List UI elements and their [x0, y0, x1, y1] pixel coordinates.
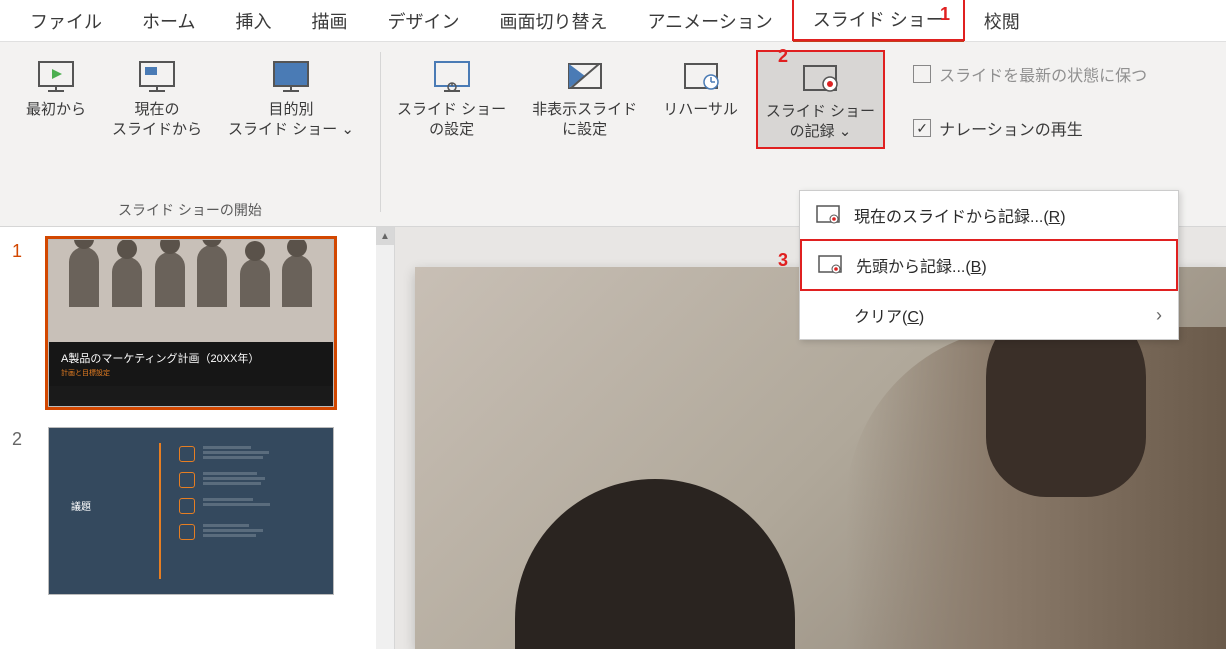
slide-thumb-row-1: 1 A製品のマーケティング計画（20XX年） — [12, 239, 382, 407]
button-record-slideshow[interactable]: スライド ショー の記録 ⌄ — [756, 50, 885, 149]
tab-transitions[interactable]: 画面切り替え — [479, 0, 627, 42]
tab-file[interactable]: ファイル — [10, 0, 122, 42]
option-keep-updated-label: スライドを最新の状態に保つ — [939, 62, 1147, 86]
tab-draw[interactable]: 描画 — [291, 0, 367, 42]
button-rehearse-label: リハーサル — [663, 100, 738, 120]
button-from-current-label: 現在の スライドから — [112, 100, 202, 139]
tab-review[interactable]: 校閲 — [964, 0, 1040, 42]
play-current-icon — [137, 56, 177, 96]
menu-record-from-current[interactable]: 現在のスライドから記録...(R) — [800, 191, 1178, 239]
group-start-slideshow: 最初から 現在の スライドから 目的別 スライド ショー ⌄ スライド ショーの… — [0, 42, 380, 226]
group-label-start: スライド ショーの開始 — [118, 196, 262, 226]
menu-clear-label: クリア(C) — [854, 303, 1142, 327]
chevron-down-icon: ⌄ — [341, 121, 354, 138]
tab-design[interactable]: デザイン — [367, 0, 479, 42]
scroll-up-icon[interactable]: ▲ — [376, 227, 394, 245]
slides-panel[interactable]: 1 A製品のマーケティング計画（20XX年） — [0, 227, 395, 649]
chevron-right-icon: › — [1156, 305, 1162, 326]
slide-number-1: 1 — [12, 239, 30, 262]
option-keep-updated[interactable]: スライドを最新の状態に保つ — [913, 62, 1147, 86]
blank-icon — [816, 303, 840, 327]
rehearse-icon — [681, 56, 721, 96]
slide-thumb-row-2: 2 議題 — [12, 427, 382, 595]
slide2-label: 議題 — [71, 498, 91, 513]
button-record-label: スライド ショー の記録 ⌄ — [766, 102, 875, 141]
record-small-icon — [816, 203, 840, 227]
tab-home[interactable]: ホーム — [122, 0, 215, 42]
hide-slide-icon — [565, 56, 605, 96]
menu-clear[interactable]: クリア(C) › — [800, 291, 1178, 339]
option-play-narrations[interactable]: ナレーションの再生 — [913, 116, 1147, 140]
slide-thumbnail-2[interactable]: 議題 — [48, 427, 334, 595]
record-icon — [800, 58, 840, 98]
button-from-beginning[interactable]: 最初から — [18, 50, 94, 126]
annotation-highlight-1 — [792, 0, 965, 41]
menu-record-from-beginning[interactable]: 先頭から記録...(B) — [800, 239, 1178, 291]
button-setup-label: スライド ショー の設定 — [397, 100, 506, 139]
thumbnail-scrollbar[interactable]: ▲ — [376, 227, 394, 649]
button-setup[interactable]: スライド ショー の設定 — [389, 50, 514, 145]
annotation-number-1: 1 — [940, 4, 950, 25]
button-custom-show[interactable]: 目的別 スライド ショー ⌄ — [220, 50, 362, 145]
option-play-narrations-label: ナレーションの再生 — [939, 116, 1083, 140]
annotation-number-3: 3 — [778, 250, 788, 271]
slide1-title: A製品のマーケティング計画（20XX年） — [61, 350, 321, 366]
slide-thumbnail-1[interactable]: A製品のマーケティング計画（20XX年） 計画と目標設定 — [48, 239, 334, 407]
checkbox-unchecked-icon — [913, 65, 931, 83]
button-from-current[interactable]: 現在の スライドから — [104, 50, 210, 145]
menu-record-from-current-label: 現在のスライドから記録...(R) — [854, 203, 1162, 227]
custom-show-icon — [271, 56, 311, 96]
tab-insert[interactable]: 挿入 — [215, 0, 291, 42]
chevron-down-icon: ⌄ — [839, 123, 852, 140]
button-hide-slide-label: 非表示スライド に設定 — [532, 100, 637, 139]
button-custom-show-label: 目的別 スライド ショー ⌄ — [228, 100, 354, 139]
button-from-beginning-label: 最初から — [26, 100, 86, 120]
menu-record-from-beginning-label: 先頭から記録...(B) — [856, 253, 1160, 277]
slide1-subtitle: 計画と目標設定 — [61, 368, 321, 378]
button-hide-slide[interactable]: 非表示スライド に設定 — [524, 50, 645, 145]
ribbon-tabs: ファイル ホーム 挿入 描画 デザイン 画面切り替え アニメーション スライド … — [0, 0, 1226, 42]
tab-animations[interactable]: アニメーション — [627, 0, 792, 42]
tab-slideshow[interactable]: スライド ショー — [793, 0, 964, 44]
slide-number-2: 2 — [12, 427, 30, 450]
annotation-number-2: 2 — [778, 46, 788, 67]
checkbox-checked-icon — [913, 119, 931, 137]
button-rehearse[interactable]: リハーサル — [655, 50, 746, 126]
record-dropdown-menu: 現在のスライドから記録...(R) 先頭から記録...(B) クリア(C) › — [799, 190, 1179, 340]
ribbon-options: スライドを最新の状態に保つ ナレーションの再生 — [893, 42, 1167, 140]
play-icon — [36, 56, 76, 96]
setup-icon — [432, 56, 472, 96]
record-small-icon — [818, 253, 842, 277]
